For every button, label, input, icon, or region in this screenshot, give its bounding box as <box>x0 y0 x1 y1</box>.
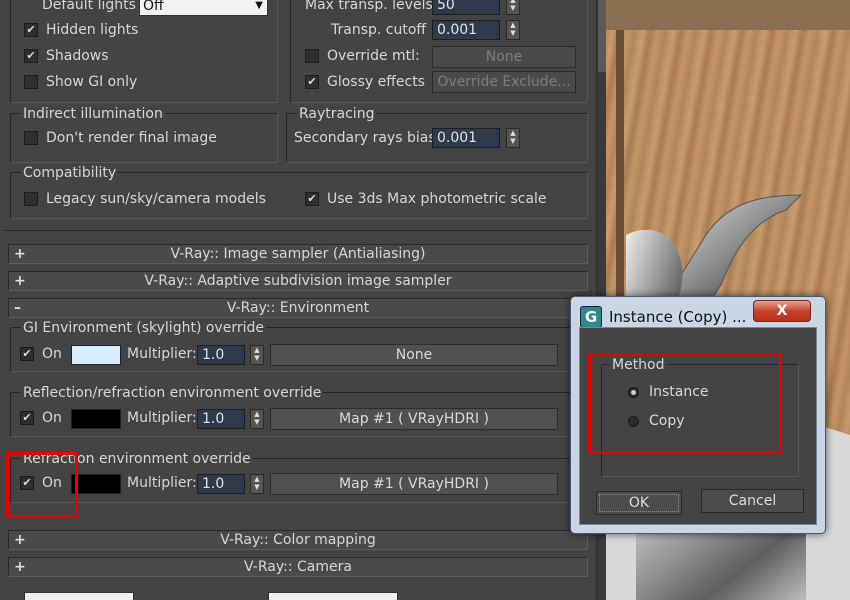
default-lights-dropdown[interactable]: Off ▼ <box>139 0 268 16</box>
close-button[interactable]: X <box>753 300 811 322</box>
max-transp-levels-spinner[interactable]: ▲ ▼ <box>506 0 520 15</box>
max-transp-levels-input[interactable]: 50 <box>432 0 500 15</box>
close-icon: X <box>776 303 788 319</box>
transp-cutoff-label: Transp. cutoff <box>331 22 427 38</box>
gi-environment-title: GI Environment (skylight) override <box>21 319 266 337</box>
refraction-color-swatch[interactable] <box>71 474 121 494</box>
reflection-multiplier-spinner[interactable]: ▲ ▼ <box>250 409 264 429</box>
gi-multiplier-label: Multiplier: <box>127 346 197 362</box>
compatibility-title: Compatibility <box>21 164 119 182</box>
rollout-adaptive-subdivision-title: V-Ray:: Adaptive subdivision image sampl… <box>144 273 452 289</box>
hidden-lights-checkbox[interactable]: ✔ <box>24 23 38 37</box>
app-logo-icon: G <box>580 306 602 328</box>
gi-environment-map-button[interactable]: None <box>270 344 558 366</box>
refraction-multiplier-spinner[interactable]: ▲ ▼ <box>250 474 264 494</box>
default-lights-value: Off <box>143 0 164 14</box>
highlight-refraction-on <box>6 452 78 518</box>
max-transp-levels-label: Max transp. levels <box>305 0 433 13</box>
rollout-adaptive-subdivision[interactable]: + V-Ray:: Adaptive subdivision image sam… <box>8 271 588 291</box>
reflection-environment-title: Reflection/refraction environment overri… <box>21 384 324 402</box>
rollout-camera[interactable]: + V-Ray:: Camera <box>8 557 588 577</box>
hidden-lights-label: Hidden lights <box>46 22 139 38</box>
render-settings-panel: Default lights Off ▼ ✔ Hidden lights ✔ S… <box>0 0 596 600</box>
secondary-rays-bias-input[interactable]: 0.001 <box>432 128 500 148</box>
override-mtl-label: Override mtl: <box>327 48 420 64</box>
dont-render-final-checkbox[interactable] <box>24 131 38 145</box>
override-mtl-checkbox[interactable] <box>305 49 319 63</box>
refraction-map-button[interactable]: Map #1 ( VRayHDRI ) <box>270 473 558 495</box>
rollout-environment-title: V-Ray:: Environment <box>226 300 370 316</box>
gi-environment-color-swatch[interactable] <box>71 345 121 365</box>
shadows-checkbox[interactable]: ✔ <box>24 49 38 63</box>
reflection-on-checkbox[interactable]: ✔ <box>20 411 34 425</box>
bottom-bar <box>0 585 596 600</box>
ok-button[interactable]: OK <box>596 491 682 515</box>
transp-cutoff-input[interactable]: 0.001 <box>432 20 500 40</box>
dialog-body: Method Instance Copy OK Cancel <box>579 327 817 525</box>
gi-environment-on-label: On <box>42 346 62 362</box>
gi-multiplier-input[interactable]: 1.0 <box>197 345 245 365</box>
refraction-multiplier-input[interactable]: 1.0 <box>197 474 245 494</box>
raytracing-title: Raytracing <box>297 105 377 123</box>
chevron-down-icon: ▼ <box>255 0 263 11</box>
photometric-scale-checkbox[interactable]: ✔ <box>305 192 319 206</box>
secondary-rays-bias-label: Secondary rays bias <box>294 130 436 146</box>
override-mtl-button[interactable]: None <box>432 46 576 68</box>
dialog-title: Instance (Copy) ... <box>609 308 747 326</box>
reflection-multiplier-label: Multiplier: <box>127 410 197 426</box>
legacy-models-checkbox[interactable] <box>24 192 38 206</box>
preset-field-right[interactable] <box>268 592 398 600</box>
reflection-color-swatch[interactable] <box>71 409 121 429</box>
refraction-multiplier-label: Multiplier: <box>127 475 197 491</box>
reflection-map-button[interactable]: Map #1 ( VRayHDRI ) <box>270 408 558 430</box>
gi-multiplier-spinner[interactable]: ▲ ▼ <box>250 345 264 365</box>
instance-copy-dialog: G Instance (Copy) ... X Method Instance … <box>570 296 826 534</box>
rollout-color-mapping[interactable]: + V-Ray:: Color mapping <box>8 530 588 550</box>
shadows-label: Shadows <box>46 48 109 64</box>
glossy-effects-checkbox[interactable]: ✔ <box>305 75 319 89</box>
rollout-color-mapping-title: V-Ray:: Color mapping <box>220 532 376 548</box>
show-gi-only-label: Show GI only <box>46 74 138 90</box>
indirect-illumination-title: Indirect illumination <box>21 105 165 123</box>
transp-cutoff-spinner[interactable]: ▲ ▼ <box>506 20 520 40</box>
override-exclude-button[interactable]: Override Exclude... <box>432 71 576 93</box>
rollout-environment[interactable]: – V-Ray:: Environment <box>8 298 588 318</box>
scrollbar-thumb[interactable] <box>598 0 606 72</box>
divider <box>4 230 592 231</box>
reflection-multiplier-input[interactable]: 1.0 <box>197 409 245 429</box>
highlight-method <box>588 353 782 454</box>
photometric-scale-label: Use 3ds Max photometric scale <box>327 191 547 207</box>
dont-render-final-label: Don't render final image <box>46 130 217 146</box>
default-lights-label: Default lights <box>42 0 136 13</box>
gi-environment-on-checkbox[interactable]: ✔ <box>20 347 34 361</box>
show-gi-only-checkbox[interactable] <box>24 75 38 89</box>
preset-field-left[interactable] <box>24 592 134 600</box>
glossy-effects-label: Glossy effects <box>327 74 425 90</box>
rollout-image-sampler[interactable]: + V-Ray:: Image sampler (Antialiasing) <box>8 244 588 264</box>
legacy-models-label: Legacy sun/sky/camera models <box>46 191 266 207</box>
rollout-image-sampler-title: V-Ray:: Image sampler (Antialiasing) <box>170 246 426 262</box>
cancel-button[interactable]: Cancel <box>701 489 804 513</box>
reflection-on-label: On <box>42 410 62 426</box>
rollout-camera-title: V-Ray:: Camera <box>244 559 352 575</box>
secondary-rays-bias-spinner[interactable]: ▲ ▼ <box>506 128 520 148</box>
